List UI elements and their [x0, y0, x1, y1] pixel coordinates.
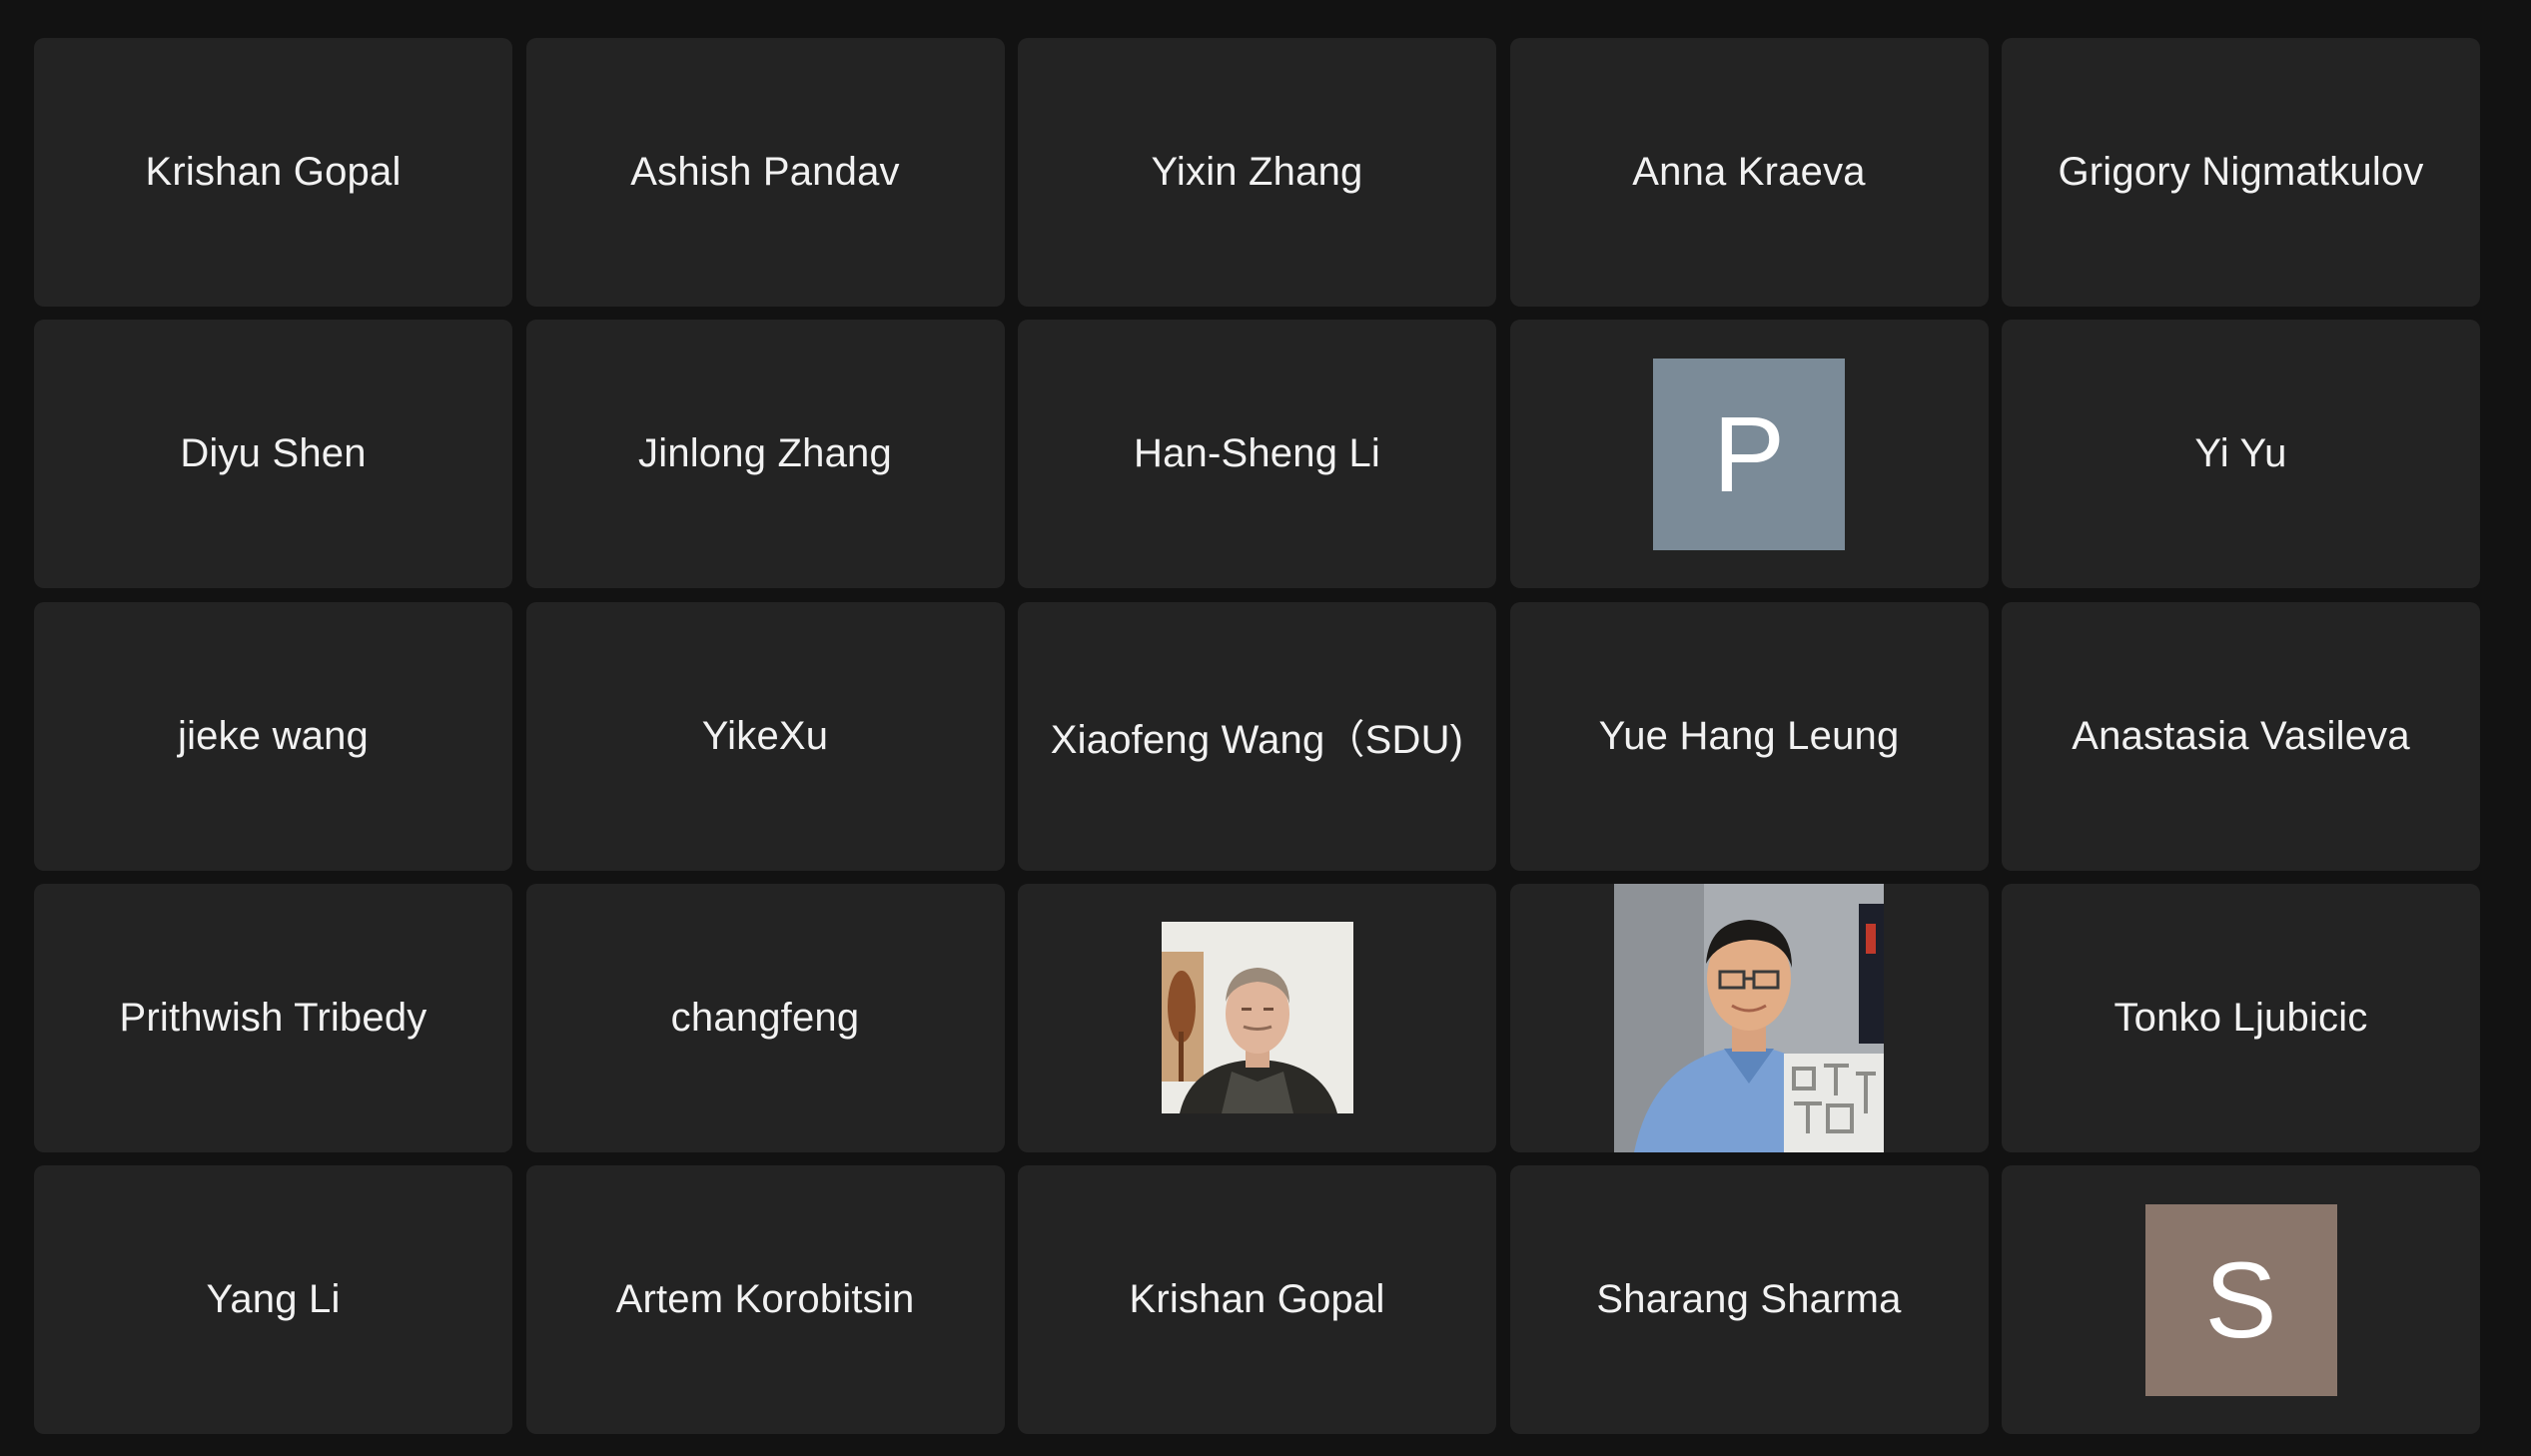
participant-tile[interactable]: Yang Li	[34, 1165, 512, 1434]
participant-name: YikeXu	[701, 713, 829, 758]
participant-name: Tonko Ljubicic	[2113, 995, 2368, 1040]
letter-avatar: P	[1653, 358, 1845, 550]
participant-tile[interactable]: Yixin Zhang	[1018, 38, 1496, 307]
participant-tile[interactable]: Sharang Sharma	[1509, 1165, 1989, 1434]
participant-name: changfeng	[670, 995, 860, 1040]
participant-tile[interactable]: Anastasia Vasileva	[2002, 601, 2480, 871]
participant-tile[interactable]: Ashish Pandav	[525, 38, 1005, 307]
participant-tile[interactable]: Artem Korobitsin	[525, 1165, 1005, 1434]
participant-gallery: Krishan Gopal Ashish Pandav Yixin Zhang …	[34, 38, 2480, 1434]
participant-name: Han-Sheng Li	[1133, 431, 1380, 476]
participant-name: Anna Kraeva	[1632, 150, 1866, 194]
participant-tile[interactable]: Yue Hang Leung	[1509, 601, 1989, 871]
participant-name: jieke wang	[177, 713, 369, 758]
participant-tile[interactable]: Prithwish Tribedy	[34, 883, 512, 1152]
participant-tile[interactable]: Xiaofeng Wang（SDU)	[1018, 601, 1496, 871]
participant-name: Yang Li	[206, 1277, 341, 1321]
participant-name: Yixin Zhang	[1151, 150, 1363, 194]
participant-name: Yue Hang Leung	[1598, 713, 1900, 758]
participant-name: Yi Yu	[2194, 431, 2287, 476]
profile-photo-man-glasses-blue-shirt	[1614, 883, 1884, 1152]
participant-tile[interactable]: Krishan Gopal	[34, 38, 512, 307]
participant-name: Ashish Pandav	[630, 150, 900, 194]
participant-tile[interactable]: P	[1509, 320, 1989, 589]
participant-name: Sharang Sharma	[1596, 1277, 1902, 1321]
participant-name: Krishan Gopal	[145, 150, 402, 194]
profile-photo	[1161, 922, 1353, 1114]
participant-name: Grigory Nigmatkulov	[2058, 150, 2424, 194]
participant-tile[interactable]: Yi Yu	[2002, 320, 2480, 589]
letter-avatar: S	[2144, 1203, 2337, 1396]
participant-tile[interactable]: S	[2002, 1165, 2480, 1434]
avatar-letter: P	[1712, 392, 1786, 514]
participant-tile[interactable]: Krishan Gopal	[1018, 1165, 1496, 1434]
participant-tile[interactable]: Han-Sheng Li	[1018, 320, 1496, 589]
participant-tile[interactable]: Jinlong Zhang	[525, 320, 1005, 589]
avatar-letter: S	[2204, 1238, 2277, 1360]
participant-tile[interactable]: jieke wang	[34, 601, 512, 871]
participant-name: Artem Korobitsin	[615, 1277, 915, 1321]
participant-tile[interactable]: Diyu Shen	[34, 320, 512, 589]
participant-tile[interactable]	[1018, 883, 1496, 1152]
profile-photo-man-gray-hair	[1161, 922, 1353, 1114]
participant-tile[interactable]: YikeXu	[525, 601, 1005, 871]
participant-name: Xiaofeng Wang（SDU)	[1050, 718, 1464, 762]
participant-name: Prithwish Tribedy	[119, 995, 427, 1040]
participant-name: Diyu Shen	[180, 431, 367, 476]
participant-tile[interactable]	[1509, 883, 1989, 1152]
participant-tile[interactable]: Anna Kraeva	[1509, 38, 1989, 307]
participant-name: Jinlong Zhang	[638, 431, 892, 476]
participant-tile[interactable]: Grigory Nigmatkulov	[2002, 38, 2480, 307]
participant-name: Krishan Gopal	[1129, 1277, 1385, 1321]
participant-name: Anastasia Vasileva	[2072, 713, 2410, 758]
profile-photo	[1614, 883, 1884, 1152]
participant-tile[interactable]: Tonko Ljubicic	[2002, 883, 2480, 1152]
participant-tile[interactable]: changfeng	[525, 883, 1005, 1152]
